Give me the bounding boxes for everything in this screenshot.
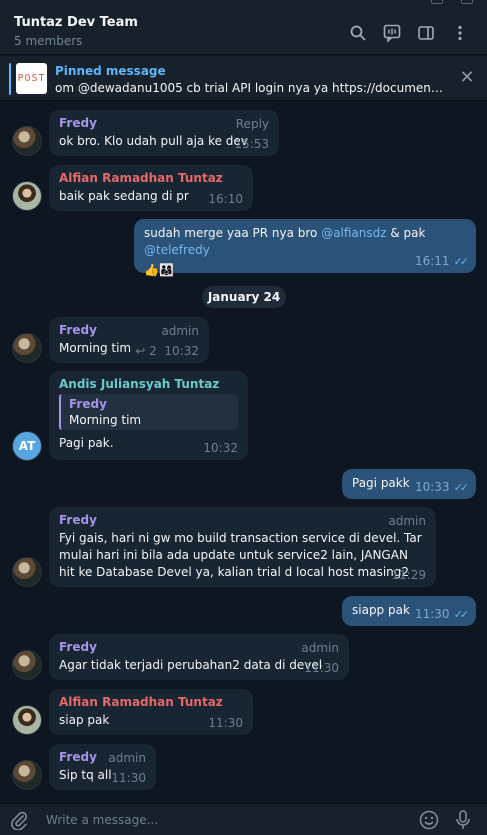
message-bubble-outgoing[interactable]: sudah merge yaa PR nya bro @alfiansdz & …: [134, 219, 476, 277]
chat-header: Tuntaz Dev Team 5 members: [0, 0, 487, 55]
message-time: 11:30: [208, 716, 243, 730]
voice-chat-icon[interactable]: [375, 22, 409, 44]
chat-title[interactable]: Tuntaz Dev Team: [14, 15, 138, 30]
message-bubble[interactable]: Fredy admin Morning tim ↩ 2 10:32: [49, 317, 209, 363]
message-bubble-outgoing[interactable]: Pagi pakk 10:33 ✓✓: [342, 469, 476, 499]
close-icon[interactable]: ✕: [457, 68, 477, 88]
quoted-text: Morning tim: [69, 413, 142, 427]
time-value: 16:11: [414, 254, 450, 268]
message-bubble[interactable]: Fredy Reply ok bro. Klo udah pull aja ke…: [49, 110, 279, 156]
avatar[interactable]: [12, 650, 42, 680]
sender-name[interactable]: Alfian Ramadhan Tuntaz: [59, 171, 243, 185]
quoted-reply[interactable]: Fredy Morning tim: [59, 394, 238, 430]
message-time: 10:32: [203, 441, 238, 455]
avatar[interactable]: [12, 760, 42, 790]
quoted-sender: Fredy: [69, 397, 107, 411]
window-close-icon[interactable]: [461, 0, 473, 4]
window-controls: [431, 0, 473, 4]
message-time: 11:30: [111, 771, 146, 785]
sender-name[interactable]: Andis Juliansyah Tuntaz: [59, 377, 238, 391]
window-restore-icon[interactable]: [431, 0, 443, 4]
message-text: Fyi gais, hari ni gw mo build transactio…: [59, 531, 422, 579]
pinned-message-bar[interactable]: POST Pinned message om @dewadanu1005 cb …: [0, 56, 487, 101]
message-bubble[interactable]: Fredy admin Agar tidak terjadi perubahan…: [49, 634, 349, 680]
reply-count[interactable]: 2: [149, 344, 157, 358]
avatar[interactable]: [12, 126, 42, 156]
message-bubble[interactable]: Fredy admin Fyi gais, hari ni gw mo buil…: [49, 507, 436, 587]
message-text: Agar tidak terjadi perubahan2 data di de…: [59, 658, 323, 672]
reply-label[interactable]: Reply: [236, 117, 269, 131]
pinned-title: Pinned message: [55, 64, 166, 78]
avatar[interactable]: [12, 705, 42, 735]
sidebar-toggle-icon[interactable]: [409, 22, 443, 44]
text-part: sudah merge yaa PR nya bro: [144, 226, 322, 240]
message-input[interactable]: Write a message...: [46, 813, 158, 827]
more-options-icon[interactable]: [443, 22, 477, 44]
avatar[interactable]: [12, 557, 42, 587]
sender-name[interactable]: Fredy: [59, 513, 426, 527]
time-value: 11:30: [414, 607, 450, 621]
admin-badge: admin: [161, 324, 199, 338]
microphone-icon[interactable]: [455, 810, 475, 830]
avatar[interactable]: [12, 333, 42, 363]
message-bubble[interactable]: Fredy admin Sip tq all 11:30: [49, 744, 156, 790]
read-check-icon: ✓✓: [453, 608, 470, 621]
time-value: 10:33: [414, 480, 450, 494]
attach-icon[interactable]: [10, 810, 30, 831]
message-time: 16:10: [208, 192, 243, 206]
admin-badge: admin: [301, 641, 339, 655]
message-bubble[interactable]: Alfian Ramadhan Tuntaz baik pak sedang d…: [49, 165, 253, 211]
pinned-accent-bar: [9, 63, 11, 95]
mention-link[interactable]: @telefredy: [144, 243, 210, 257]
pinned-text: om @dewadanu1005 cb trial API login nya …: [55, 81, 445, 95]
emoji-icon[interactable]: [419, 810, 439, 830]
message-bubble-outgoing[interactable]: siapp pak 11:30 ✓✓: [342, 596, 476, 626]
sender-name[interactable]: Alfian Ramadhan Tuntaz: [59, 695, 243, 709]
message-time: 11:29: [391, 568, 426, 582]
message-time: 11:30: [304, 661, 339, 675]
read-check-icon: ✓✓: [453, 255, 470, 268]
search-icon[interactable]: [341, 22, 375, 44]
read-check-icon: ✓✓: [453, 481, 470, 494]
admin-badge: admin: [388, 514, 426, 528]
message-bubble[interactable]: Andis Juliansyah Tuntaz Fredy Morning ti…: [49, 371, 248, 460]
message-time: 10:33 ✓✓: [414, 480, 470, 494]
message-composer: Write a message...: [0, 803, 487, 835]
message-time: ↩ 2 10:32: [135, 344, 199, 358]
time-value: 10:32: [164, 344, 199, 358]
sender-name[interactable]: Fredy: [59, 640, 339, 654]
member-count[interactable]: 5 members: [14, 34, 82, 48]
mention-link[interactable]: @alfiansdz: [321, 226, 386, 240]
text-part: & pak: [386, 226, 426, 240]
message-time: 11:30 ✓✓: [414, 607, 470, 621]
message-time: 15:53: [234, 137, 269, 151]
message-bubble[interactable]: Alfian Ramadhan Tuntaz siap pak 11:30: [49, 689, 253, 735]
date-separator[interactable]: January 24: [202, 286, 286, 308]
reply-arrow-icon[interactable]: ↩: [135, 344, 145, 358]
message-time: 16:11 ✓✓: [414, 254, 470, 268]
admin-badge: admin: [108, 751, 146, 765]
pinned-thumbnail: POST: [16, 63, 47, 94]
avatar[interactable]: [12, 181, 42, 211]
avatar[interactable]: AT: [12, 431, 42, 461]
